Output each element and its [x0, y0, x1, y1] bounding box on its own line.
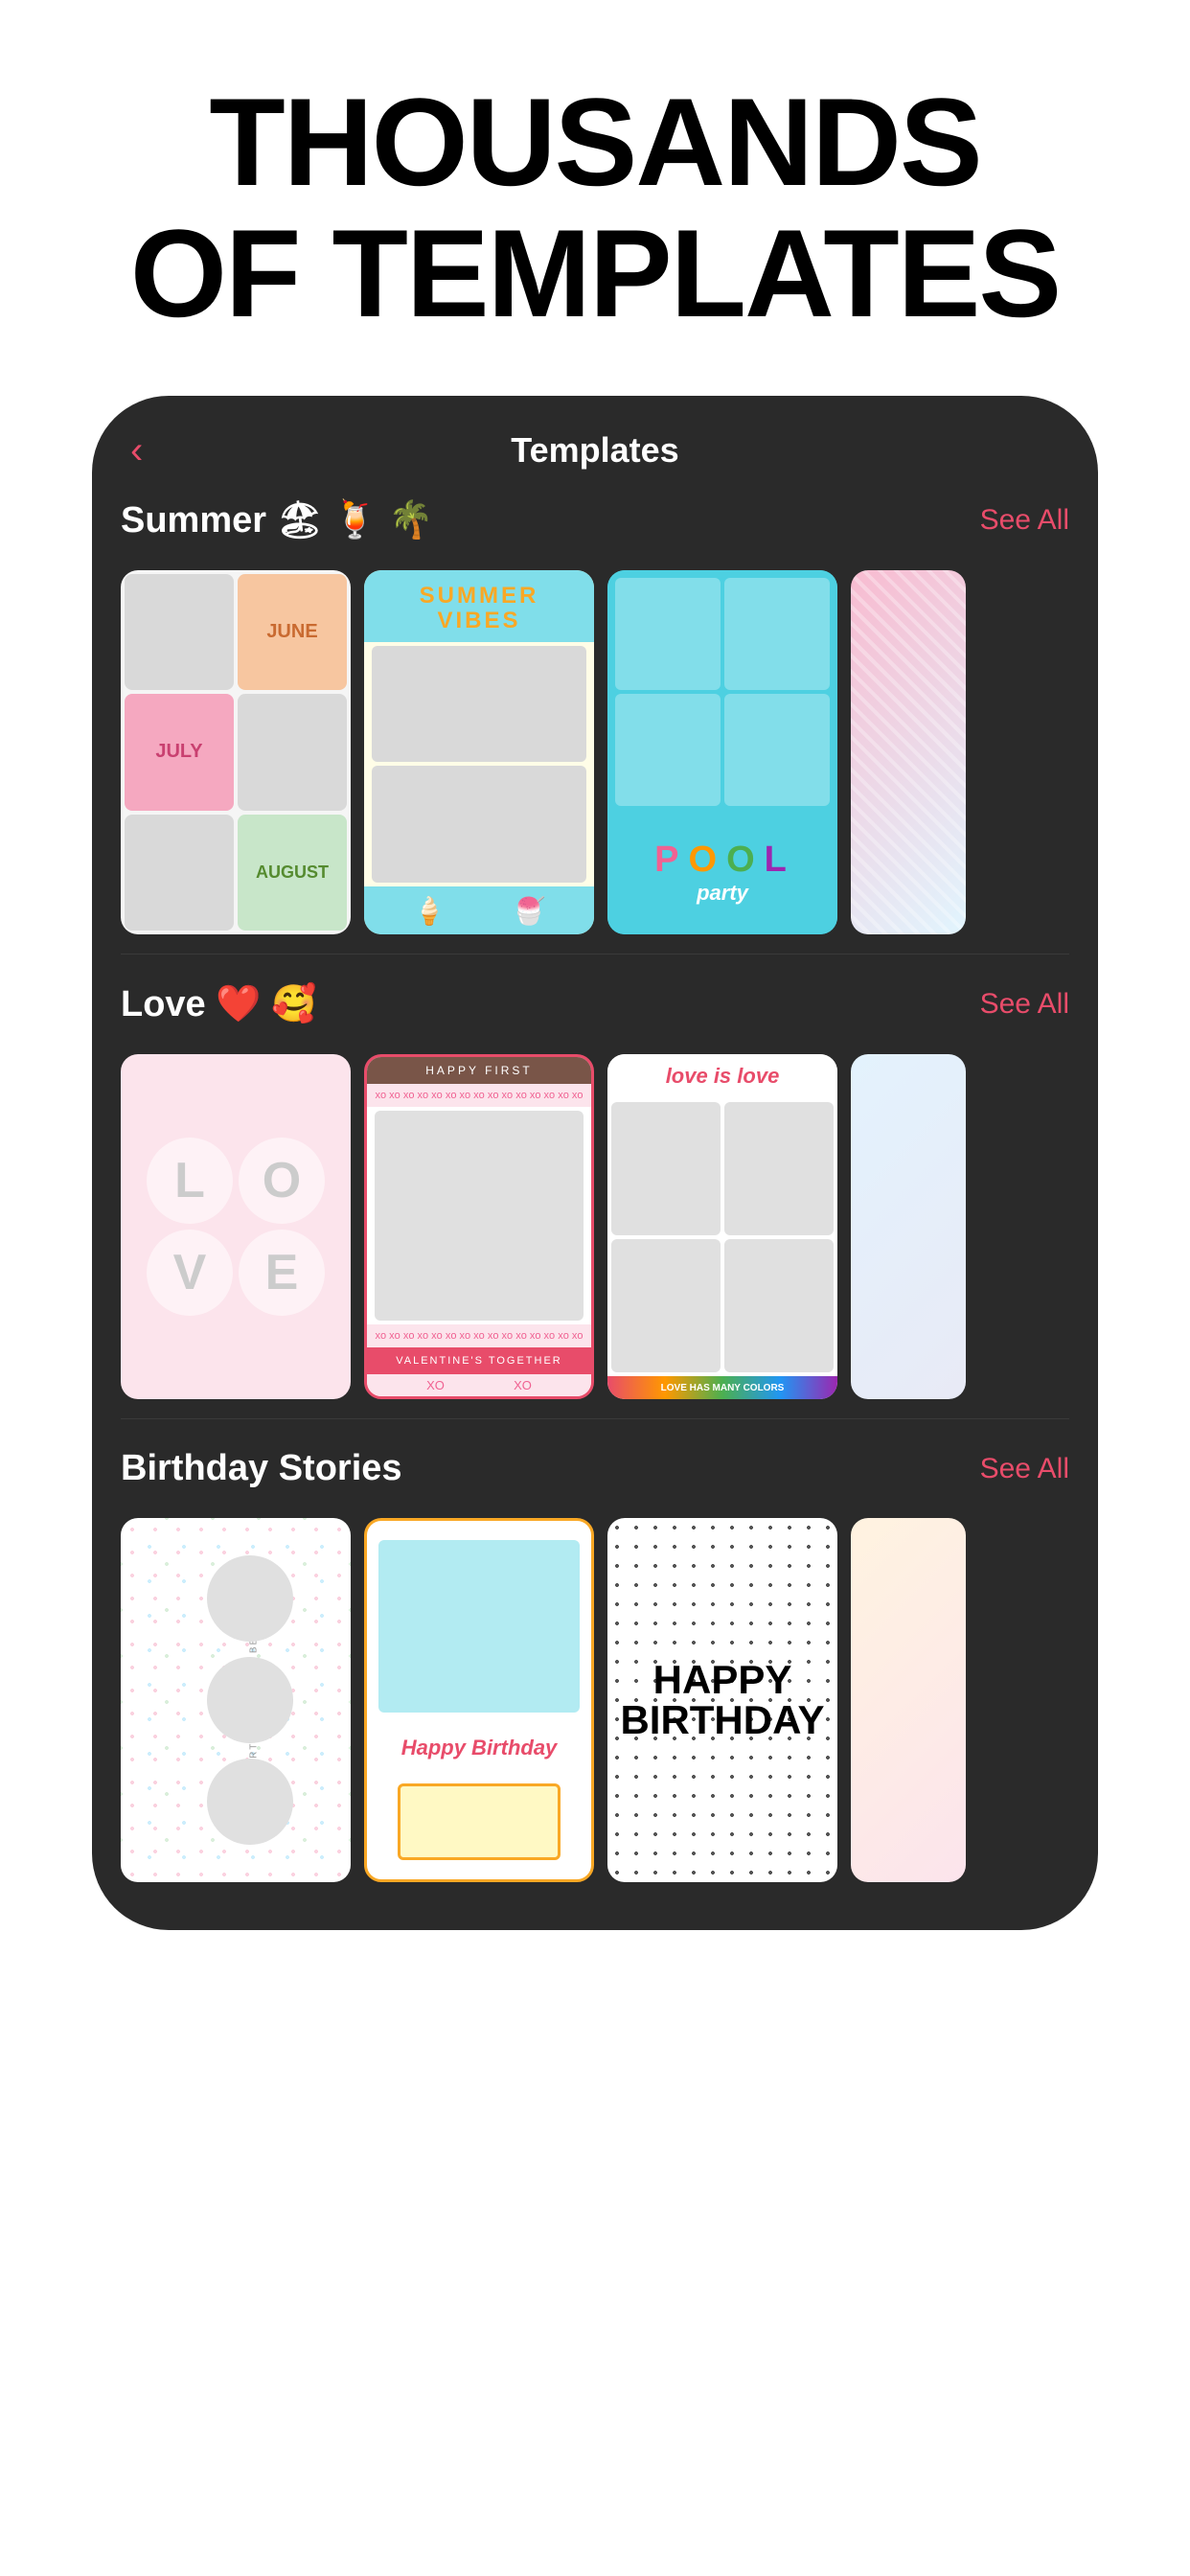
love-card-partial[interactable] — [851, 1054, 966, 1399]
summer-card-months[interactable]: JUNE JULY AUGUST — [121, 570, 351, 934]
love-section-title: Love ❤️ 🥰 — [121, 983, 316, 1025]
birthday-card-frame[interactable]: Happy Birthday — [364, 1518, 594, 1882]
birthday-section: Birthday Stories See All HAPPY BIRTHDAY … — [92, 1438, 1098, 1882]
summer-see-all[interactable]: See All — [980, 504, 1069, 537]
birthday-card-circles[interactable]: HAPPY BIRTHDAY TO THE BEST EVER — [121, 1518, 351, 1882]
summer-card-vibes[interactable]: SUMMERVIBES 🍦 🍧 — [364, 570, 594, 934]
birthday-card-partial[interactable] — [851, 1518, 966, 1882]
love-see-all[interactable]: See All — [980, 988, 1069, 1021]
header-title: Templates — [511, 430, 678, 471]
summer-card-partial[interactable] — [851, 570, 966, 934]
summer-section-title: Summer 🏖 🍹 🌴 — [121, 499, 434, 541]
summer-card-pool-party[interactable]: P O O L party — [607, 570, 837, 934]
love-card-letters[interactable]: L O V E — [121, 1054, 351, 1399]
back-button[interactable]: ‹ — [130, 431, 143, 470]
birthday-see-all[interactable]: See All — [980, 1453, 1069, 1485]
love-section: Love ❤️ 🥰 See All L O V E HAPPY FIRST xo… — [92, 974, 1098, 1399]
summer-section: Summer 🏖 🍹 🌴 See All JUNE JULY AUGUST SU… — [92, 490, 1098, 934]
birthday-section-title: Birthday Stories — [121, 1448, 402, 1489]
phone-screen: ‹ Templates Summer 🏖 🍹 🌴 See All JUNE JU… — [92, 396, 1098, 1930]
love-card-love-is-love[interactable]: love is love LOVE HAS MANY COLORS — [607, 1054, 837, 1399]
hero-title: THOUSANDSOF TEMPLATES — [73, 77, 1117, 338]
app-header: ‹ Templates — [92, 396, 1098, 490]
love-card-valentines[interactable]: HAPPY FIRST xo xo xo xo xo xo xo xo xo x… — [364, 1054, 594, 1399]
birthday-card-hb-dots[interactable]: HAPPYBIRTHDAY — [607, 1518, 837, 1882]
